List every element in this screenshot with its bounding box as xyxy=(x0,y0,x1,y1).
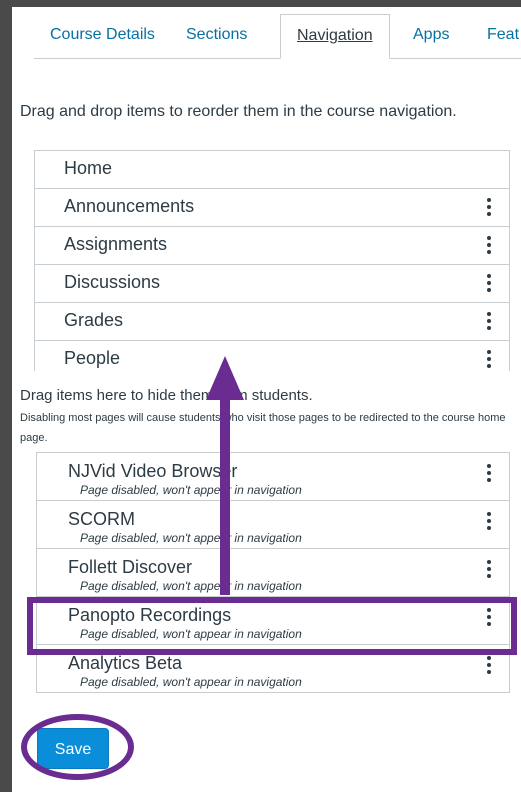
save-highlight-circle xyxy=(21,714,134,780)
drag-up-arrow-icon xyxy=(206,356,244,595)
